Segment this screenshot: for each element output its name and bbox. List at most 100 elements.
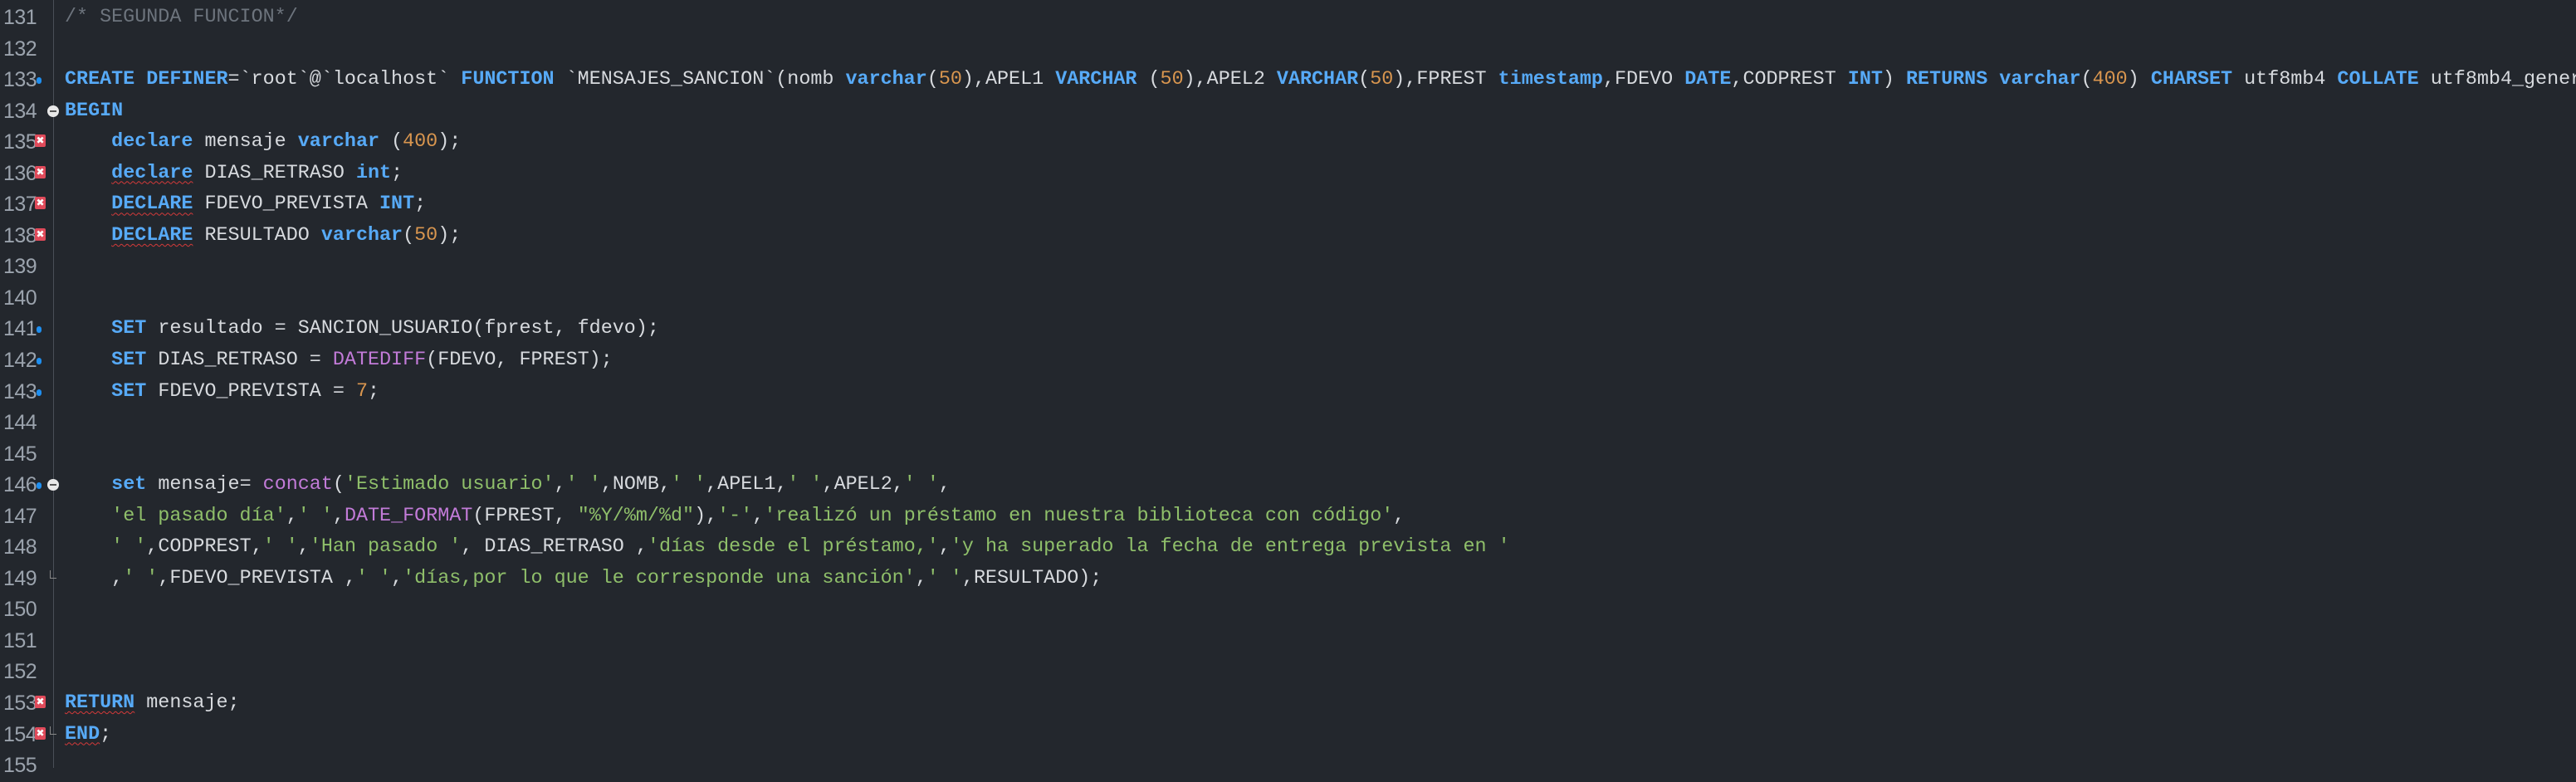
code-content[interactable]: SET FDEVO_PREVISTA = 7; <box>65 377 379 408</box>
code-content[interactable]: END; <box>65 720 111 751</box>
error-marker-icon[interactable]: ✖ <box>35 134 46 148</box>
line-number: 138 <box>3 223 37 247</box>
code-line[interactable]: 131 /* SEGUNDA FUNCION*/ <box>0 2 2576 34</box>
code-content[interactable]: ' ',CODPREST,' ','Han pasado ', DIAS_RET… <box>65 532 1509 564</box>
string-literal: ' ' <box>787 474 823 496</box>
code-line[interactable]: 154 ✖ END; <box>0 720 2576 751</box>
code-text: , <box>391 567 403 589</box>
fold-toggle-icon[interactable] <box>47 105 59 117</box>
code-content[interactable]: DECLARE RESULTADO varchar(50); <box>65 221 461 252</box>
code-line[interactable]: 152 <box>0 657 2576 688</box>
code-line[interactable]: 137 ✖ DECLARE FDEVO_PREVISTA INT; <box>0 189 2576 221</box>
code-text: ; <box>368 380 380 403</box>
code-content[interactable]: SET resultado = SANCION_USUARIO(fprest, … <box>65 314 659 345</box>
keyword: set <box>111 474 147 496</box>
error-marker-icon[interactable]: ✖ <box>35 197 46 210</box>
code-content[interactable]: declare mensaje varchar (400); <box>65 127 461 159</box>
code-text: mensaje; <box>134 692 240 715</box>
code-content[interactable]: ,' ',FDEVO_PREVISTA ,' ','días,por lo qu… <box>65 564 1102 595</box>
code-content[interactable]: BEGIN <box>65 96 123 128</box>
error-marker-icon[interactable]: ✖ <box>35 165 46 178</box>
code-content[interactable]: CREATE DEFINER=`root`@`localhost` FUNCTI… <box>65 65 2576 96</box>
code-text: ( <box>332 474 345 496</box>
code-text: , <box>286 505 298 527</box>
code-text: , <box>752 505 765 527</box>
code-text: ,RESULTADO); <box>961 567 1102 589</box>
code-text: , <box>938 474 951 496</box>
keyword: int <box>355 162 392 184</box>
keyword: COLLATE <box>2337 69 2419 91</box>
code-text: ( <box>2080 69 2093 91</box>
code-line[interactable]: 151 <box>0 626 2576 657</box>
code-line[interactable]: 150 <box>0 594 2576 626</box>
keyword: DATE <box>1684 69 1732 91</box>
code-content[interactable]: RETURN mensaje; <box>65 688 240 720</box>
code-line[interactable]: 142 SET DIAS_RETRASO = DATEDIFF(FDEVO, F… <box>0 345 2576 377</box>
keyword: SET <box>111 349 147 372</box>
code-text: utf8mb4_general_ci <box>2430 69 2576 91</box>
code-content[interactable]: /* SEGUNDA FUNCION*/ <box>65 2 298 34</box>
code-content[interactable]: declare DIAS_RETRASO int; <box>65 159 403 190</box>
code-line[interactable]: 139 <box>0 252 2576 283</box>
number: 50 <box>938 69 962 91</box>
error-marker-icon[interactable]: ✖ <box>35 227 46 241</box>
string-literal: ' ' <box>671 474 706 496</box>
change-marker-icon <box>37 358 42 365</box>
code-content[interactable]: DECLARE FDEVO_PREVISTA INT; <box>65 189 426 221</box>
code-line[interactable]: 144 <box>0 408 2576 439</box>
code-line[interactable]: 146 set mensaje= concat('Estimado usuari… <box>0 470 2576 501</box>
error-marker-icon[interactable]: ✖ <box>35 726 46 740</box>
code-line[interactable]: 140 <box>0 283 2576 315</box>
code-text: ( <box>403 224 415 247</box>
line-number: 132 <box>3 37 37 61</box>
line-number: 148 <box>3 535 37 560</box>
change-marker-icon <box>37 77 42 85</box>
sql-code-editor[interactable]: 131 /* SEGUNDA FUNCION*/ 132 133 CREATE DEFI… <box>0 2 2576 782</box>
line-number: 152 <box>3 660 37 684</box>
code-text: DIAS_RETRASO <box>193 162 356 184</box>
code-content[interactable]: SET DIAS_RETRASO = DATEDIFF(FDEVO, FPRES… <box>65 345 613 377</box>
line-number: 134 <box>3 99 37 123</box>
code-line[interactable]: 155 <box>0 750 2576 782</box>
code-line[interactable]: 143 SET FDEVO_PREVISTA = 7; <box>0 377 2576 408</box>
string-literal: "%Y/%m/%d" <box>577 505 695 527</box>
fold-end-icon <box>50 726 56 735</box>
code-line[interactable]: 134 BEGIN <box>0 96 2576 128</box>
code-line[interactable]: 141 SET resultado = SANCION_USUARIO(fpre… <box>0 314 2576 345</box>
keyword-error: DECLARE <box>111 224 193 247</box>
code-text: ( <box>379 131 403 154</box>
error-marker-icon[interactable]: ✖ <box>35 696 46 709</box>
string-literal: 'días,por lo que le corresponde una sanc… <box>403 567 916 589</box>
code-line[interactable]: 145 <box>0 439 2576 471</box>
code-text: , <box>1393 505 1405 527</box>
function-name: DATEDIFF <box>332 349 427 372</box>
code-content[interactable]: set mensaje= concat('Estimado usuario','… <box>65 470 951 501</box>
code-text: FDEVO_PREVISTA <box>193 193 380 216</box>
code-line[interactable]: 153 ✖ RETURN mensaje; <box>0 688 2576 720</box>
line-number: 137 <box>3 193 37 217</box>
code-text: RESULTADO <box>193 224 321 247</box>
code-line[interactable]: 148 ' ',CODPREST,' ','Han pasado ', DIAS… <box>0 532 2576 564</box>
fold-toggle-icon[interactable] <box>47 479 59 491</box>
change-marker-icon <box>37 482 42 490</box>
code-line[interactable]: 132 <box>0 34 2576 66</box>
line-number: 141 <box>3 317 37 341</box>
keyword: declare <box>111 131 193 154</box>
code-line[interactable]: 133 CREATE DEFINER=`root`@`localhost` FUN… <box>0 65 2576 96</box>
code-line[interactable]: 138 ✖ DECLARE RESULTADO varchar(50); <box>0 221 2576 252</box>
string-literal: 'realizó un préstamo en nuestra bibliote… <box>764 505 1394 527</box>
string-literal: ' ' <box>123 567 159 589</box>
code-line[interactable]: 135 ✖ declare mensaje varchar (400); <box>0 127 2576 159</box>
keyword: SET <box>111 380 147 403</box>
code-line[interactable]: 136 ✖ declare DIAS_RETRASO int; <box>0 159 2576 190</box>
line-number: 131 <box>3 6 37 29</box>
code-line[interactable]: 147 'el pasado día',' ',DATE_FORMAT(FPRE… <box>0 501 2576 533</box>
change-marker-icon <box>37 326 42 334</box>
code-line[interactable]: 149 ,' ',FDEVO_PREVISTA ,' ','días,por l… <box>0 564 2576 595</box>
code-content[interactable]: 'el pasado día',' ',DATE_FORMAT(FPREST, … <box>65 501 1405 533</box>
number: 50 <box>1370 69 1394 91</box>
code-text: , <box>938 536 951 559</box>
